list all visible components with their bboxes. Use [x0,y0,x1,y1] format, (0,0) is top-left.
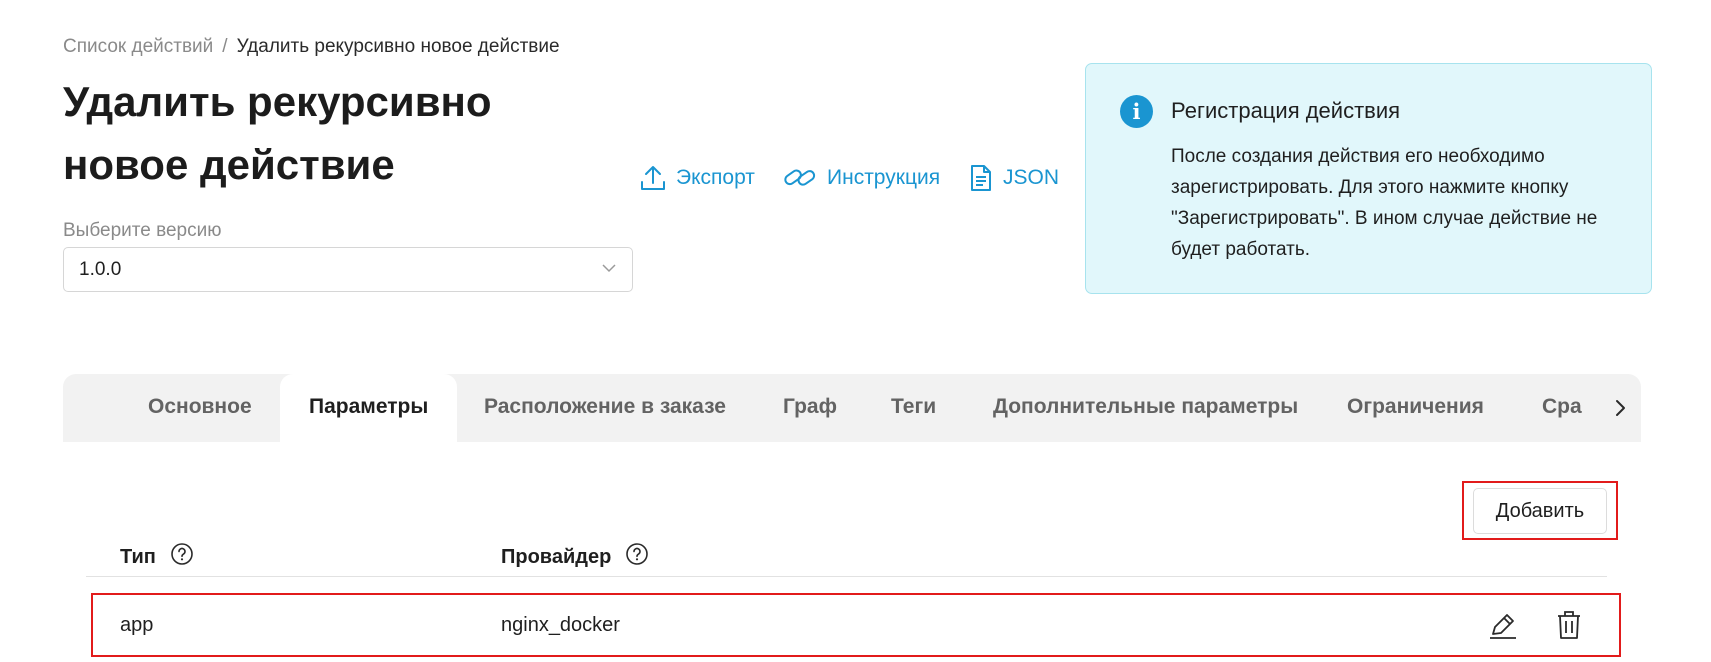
tabs-bar: Основное Параметры Расположение в заказе… [63,374,1641,442]
column-header-provider: Провайдер [501,542,649,572]
document-icon [969,164,993,192]
info-alert: i Регистрация действия После создания де… [1085,63,1652,294]
column-header-type-label: Тип [120,545,156,568]
question-circle-icon[interactable] [170,542,194,572]
chevron-down-icon [601,260,617,282]
breadcrumb: Список действий / Удалить рекурсивно новое… [63,36,560,58]
column-header-provider-label: Провайдер [501,545,612,568]
tab-additional-parameters[interactable]: Дополнительные параметры [993,374,1298,442]
info-icon: i [1120,95,1153,128]
tab-order-placement[interactable]: Расположение в заказе [484,374,726,442]
tab-graph[interactable]: Граф [783,374,837,442]
tab-parameters[interactable]: Параметры [280,374,458,442]
question-circle-icon[interactable] [625,542,649,572]
info-text: После создания действия его необходимо з… [1171,146,1598,260]
breadcrumb-link-actions-list[interactable]: Список действий [63,36,213,57]
instruction-link[interactable]: Инструкция [783,163,940,193]
version-label: Выберите версию [63,220,222,241]
chevron-right-icon[interactable] [1613,398,1627,423]
breadcrumb-current: Удалить рекурсивно новое действие [236,36,560,57]
info-title: Регистрация действия [1171,98,1401,123]
pencil-icon[interactable] [1487,609,1519,646]
tab-restrictions[interactable]: Ограничения [1347,374,1484,442]
add-button[interactable]: Добавить [1473,488,1607,534]
instruction-label: Инструкция [827,166,941,189]
tab-main[interactable]: Основное [148,374,252,442]
table-header-divider [86,576,1607,577]
column-header-type: Тип [120,542,194,572]
link-icon [783,164,817,192]
export-label: Экспорт [676,166,755,189]
table-row-highlight [91,593,1621,657]
json-link[interactable]: JSON [969,163,1059,193]
breadcrumb-separator: / [222,36,228,57]
trash-icon[interactable] [1555,609,1583,646]
table-cell-type: app [120,614,154,636]
tab-tags[interactable]: Теги [891,374,936,442]
table-cell-provider: nginx_docker [501,614,620,636]
export-link[interactable]: Экспорт [640,163,755,193]
tab-truncated[interactable]: Сра [1542,374,1588,442]
json-label: JSON [1003,166,1060,189]
upload-icon [640,164,666,192]
page-title: Удалить рекурсивно новое действие [63,78,492,188]
version-select[interactable]: 1.0.0 [63,247,633,292]
version-select-value: 1.0.0 [79,259,122,280]
